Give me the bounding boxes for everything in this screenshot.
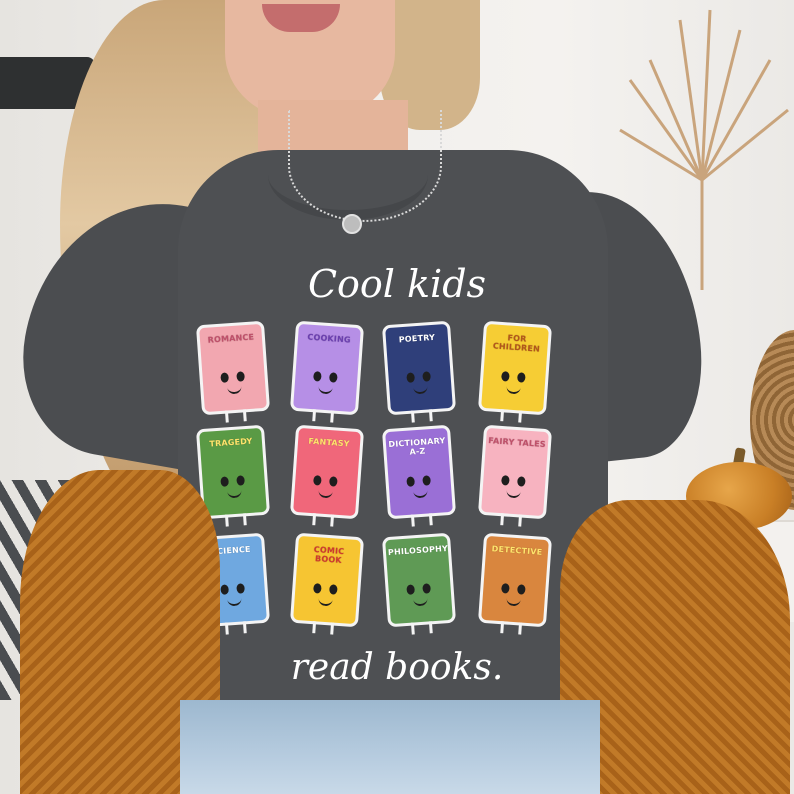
book-leg	[428, 409, 433, 422]
book-character: DETECTIVE	[481, 535, 549, 635]
book-leg	[500, 513, 505, 526]
book-mouth	[227, 489, 242, 499]
book-leg	[224, 410, 229, 423]
book-genre-label: COMIC BOOK	[313, 545, 345, 565]
book-mouth	[413, 385, 428, 395]
book-eye	[517, 584, 526, 595]
book-eye	[422, 371, 431, 382]
book-genre-label: TRAGEDY	[209, 436, 253, 449]
print-headline-top: Cool kids	[307, 262, 487, 306]
book-eye	[313, 475, 322, 486]
product-photo: Cool kids ROMANCE COOKING POETRY FOR CHILDR…	[0, 0, 794, 794]
book-eye	[501, 371, 510, 382]
book-character: ROMANCE	[199, 323, 267, 423]
book-leg	[312, 409, 317, 422]
book-mouth	[506, 597, 521, 607]
book-mouth	[318, 385, 333, 395]
book-leg	[242, 513, 247, 526]
book-leg	[330, 514, 335, 527]
book-eye	[313, 583, 322, 594]
book-genre-label: FANTASY	[308, 436, 351, 449]
book-leg	[410, 410, 415, 423]
book-leg	[428, 621, 433, 634]
book-character: COMIC BOOK	[293, 535, 361, 635]
book-eye	[236, 475, 245, 486]
book-character: POETRY	[385, 323, 453, 423]
book-eye	[236, 583, 245, 594]
book-mouth	[413, 489, 428, 499]
book-mouth	[506, 489, 521, 499]
book-eye	[329, 372, 338, 383]
book-genre-label: FOR CHILDREN	[492, 333, 541, 354]
book-mouth	[318, 489, 333, 499]
book-character: COOKING	[293, 323, 361, 423]
book-leg	[500, 621, 505, 634]
book-leg	[330, 622, 335, 635]
book-eye	[406, 372, 415, 383]
book-eye	[329, 476, 338, 487]
book-leg	[410, 622, 415, 635]
book-genre-label: DETECTIVE	[491, 544, 543, 557]
book-genre-label: DICTIONARY A-Z	[388, 436, 446, 457]
book-mouth	[413, 597, 428, 607]
book-leg	[500, 409, 505, 422]
book-leg	[518, 514, 523, 527]
book-eye	[517, 372, 526, 383]
book-leg	[224, 514, 229, 527]
book-eye	[220, 372, 229, 383]
book-eye	[422, 583, 431, 594]
necklace-pendant	[342, 214, 362, 234]
book-character: TRAGEDY	[199, 427, 267, 527]
book-eye	[236, 371, 245, 382]
silver-necklace	[288, 110, 442, 222]
book-leg	[518, 622, 523, 635]
book-mouth	[227, 385, 242, 395]
book-leg	[242, 409, 247, 422]
book-genre-label: COOKING	[307, 332, 351, 345]
book-leg	[224, 622, 229, 635]
book-leg	[312, 513, 317, 526]
book-character: DICTIONARY A-Z	[385, 427, 453, 527]
book-eye	[422, 475, 431, 486]
book-character: FOR CHILDREN	[481, 323, 549, 423]
book-genre-label: PHILOSOPHY	[387, 543, 449, 558]
book-mouth	[506, 385, 521, 395]
book-leg	[518, 410, 523, 423]
book-genre-label: ROMANCE	[207, 332, 255, 345]
book-mouth	[318, 597, 333, 607]
book-character: FAIRY TALES	[481, 427, 549, 527]
book-leg	[410, 514, 415, 527]
book-eye	[313, 371, 322, 382]
book-mouth	[227, 597, 242, 607]
book-eye	[406, 476, 415, 487]
book-character: PHILOSOPHY	[385, 535, 453, 635]
book-eye	[329, 584, 338, 595]
book-characters-grid: ROMANCE COOKING POETRY FOR CHILDREN TRAGEDY F…	[196, 318, 566, 638]
denim-shorts	[180, 700, 600, 794]
book-character: FANTASY	[293, 427, 361, 527]
book-eye	[517, 476, 526, 487]
book-eye	[501, 583, 510, 594]
book-leg	[242, 621, 247, 634]
book-genre-label: FAIRY TALES	[488, 436, 547, 450]
book-genre-label: POETRY	[398, 332, 436, 345]
book-leg	[428, 513, 433, 526]
book-eye	[220, 584, 229, 595]
book-eye	[220, 476, 229, 487]
book-leg	[312, 621, 317, 634]
book-eye	[501, 475, 510, 486]
book-leg	[330, 410, 335, 423]
book-eye	[406, 584, 415, 595]
